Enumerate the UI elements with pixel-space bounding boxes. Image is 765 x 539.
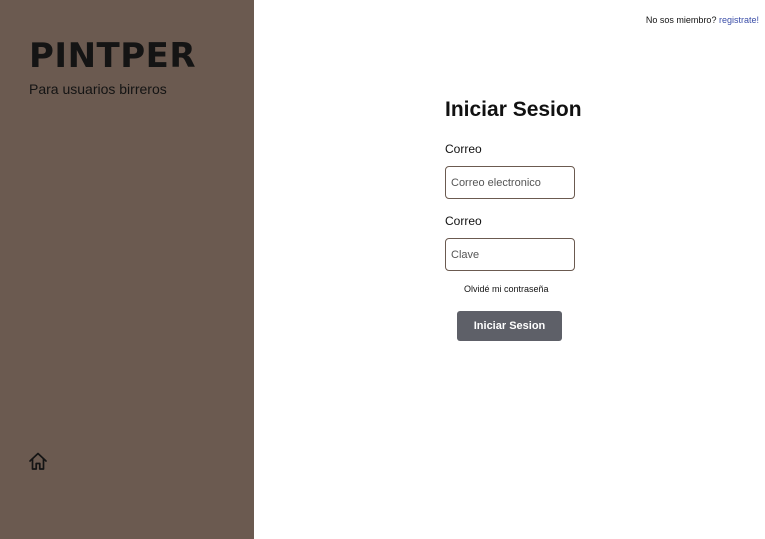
sidebar: PINTPER Para usuarios birreros <box>0 0 254 539</box>
email-label: Correo <box>445 142 482 156</box>
email-field[interactable] <box>445 166 575 199</box>
home-icon[interactable] <box>28 451 48 471</box>
register-prompt-text: No sos miembro? <box>645 15 717 25</box>
password-label: Correo <box>445 214 482 228</box>
register-prompt: No sos miembro? registrate! <box>646 14 759 26</box>
brand-logo: PINTPER <box>29 36 197 76</box>
password-field[interactable] <box>445 238 575 271</box>
register-link[interactable]: registrate! <box>719 15 759 25</box>
forgot-password-link[interactable]: Olvidé mi contraseña <box>464 283 549 295</box>
login-form: Iniciar Sesion Correo Correo Olvidé mi c… <box>445 96 585 341</box>
login-button[interactable]: Iniciar Sesion <box>457 311 562 341</box>
page-title: Iniciar Sesion <box>445 98 582 121</box>
brand-tagline: Para usuarios birreros <box>29 81 167 97</box>
